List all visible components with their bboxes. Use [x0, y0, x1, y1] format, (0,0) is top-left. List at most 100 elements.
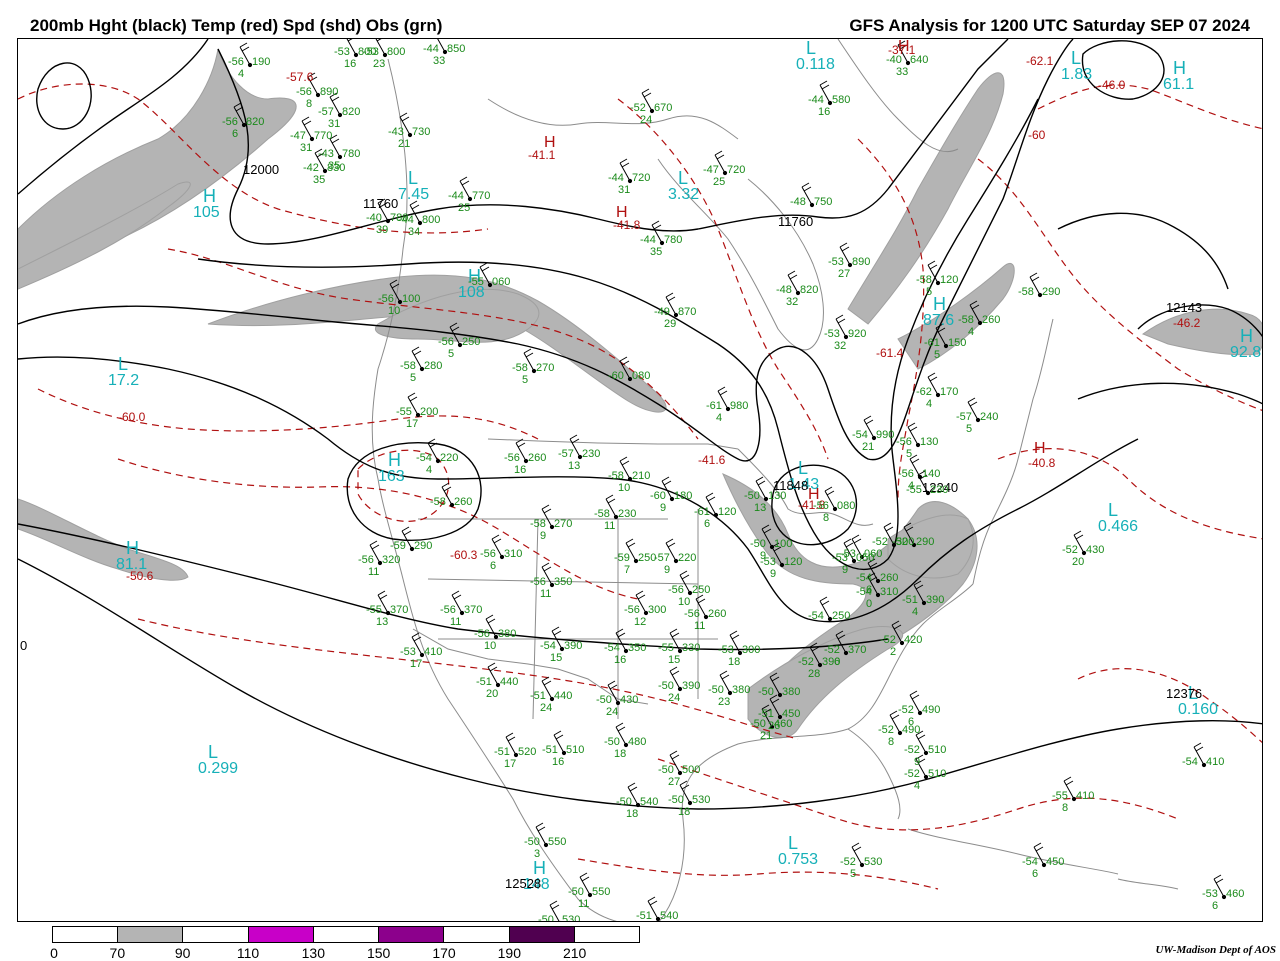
- station-dewpoint-depression: 27: [668, 776, 681, 788]
- station-dewpoint-depression: 25: [713, 176, 726, 188]
- pressure-center-value: 92.8: [1230, 344, 1262, 361]
- height-contour-12240-closed: [1057, 212, 1229, 290]
- station-height: 120: [718, 506, 737, 518]
- station-height: 230: [930, 484, 949, 496]
- pressure-center-mark: L: [408, 168, 419, 188]
- station-dewpoint-depression: 11: [540, 588, 552, 600]
- station-temp: -56: [296, 86, 312, 98]
- colorbar-tick-label: 190: [497, 945, 522, 961]
- station-height: 410: [1076, 790, 1095, 802]
- pressure-center-value: 0.299: [198, 760, 239, 777]
- station-height: 430: [620, 694, 639, 706]
- station-dewpoint-depression: 7: [624, 564, 631, 576]
- jet-streak-eastern-pacific: [18, 498, 189, 581]
- station-temp: -56: [222, 116, 238, 128]
- station-temp: -52: [798, 656, 814, 668]
- cuba: [907, 828, 1119, 875]
- station-height: 780: [390, 212, 409, 224]
- station-height: 260: [880, 572, 899, 584]
- station-dewpoint-depression: 5: [850, 868, 857, 880]
- station-height: 300: [648, 604, 667, 616]
- temperature-high-mark: H: [898, 38, 910, 55]
- station-height: 800: [387, 46, 406, 58]
- station-height: 060: [492, 276, 511, 288]
- station-height: 310: [504, 548, 523, 560]
- chart-title: 200mb Hght (black) Temp (red) Spd (shd) …: [30, 16, 443, 35]
- station-dewpoint-depression: 16: [614, 654, 627, 666]
- station-temp: -50: [750, 538, 766, 550]
- station-temp: -62: [916, 386, 932, 398]
- station-temp: -55: [906, 484, 922, 496]
- station-temp: -53: [760, 556, 776, 568]
- station-dewpoint-depression: 5: [906, 448, 913, 460]
- station-height: 830: [327, 162, 346, 174]
- station-temp: -48: [790, 196, 806, 208]
- station-dewpoint-depression: 20: [486, 688, 499, 700]
- station-height: 380: [498, 628, 517, 640]
- colorbar-tick-label: 130: [301, 945, 326, 961]
- hispaniola: [1117, 878, 1179, 890]
- station-dewpoint-depression: 8: [306, 98, 313, 110]
- temperature-label: -46.0: [1098, 78, 1126, 92]
- station-dewpoint-depression: 10: [388, 305, 401, 317]
- station-temp: -56: [624, 604, 640, 616]
- station-height: 820: [246, 116, 265, 128]
- station-dewpoint-depression: 4: [926, 398, 933, 410]
- station-height: 380: [732, 684, 751, 696]
- station-height: 320: [382, 554, 401, 566]
- station-dewpoint-depression: 5: [934, 349, 941, 361]
- station-dewpoint-depression: 13: [376, 616, 389, 628]
- station-height: 390: [926, 594, 945, 606]
- station-height: 220: [678, 552, 697, 564]
- pressure-center-mark: L: [208, 742, 219, 762]
- station-dewpoint-depression: 25: [458, 202, 471, 214]
- station-temp: -51: [530, 690, 546, 702]
- station-height: 450: [1046, 856, 1065, 868]
- station-dewpoint-depression: 5: [410, 372, 417, 384]
- station-temp: -56: [504, 452, 520, 464]
- station-height: 580: [832, 94, 851, 106]
- station-dewpoint-depression: 6: [1032, 868, 1039, 880]
- station-temp: -53: [840, 548, 856, 560]
- station-height: 260: [454, 496, 473, 508]
- station-dewpoint-depression: 2: [890, 646, 897, 658]
- pressure-center-value: 0.118: [796, 56, 835, 73]
- station-height: 190: [252, 56, 271, 68]
- station-temp: -52: [880, 634, 896, 646]
- station-temp: -52: [892, 536, 908, 548]
- station-dewpoint-depression: 18: [678, 806, 691, 818]
- station-temp: -58: [430, 496, 446, 508]
- station-height: 890: [320, 86, 339, 98]
- station-temp: -60: [650, 490, 666, 502]
- station-temp: -54: [604, 642, 620, 654]
- station-temp: -50: [708, 684, 724, 696]
- station-dewpoint-depression: 0: [866, 598, 873, 610]
- station-height: 290: [1042, 286, 1061, 298]
- station-dewpoint-depression: 4: [914, 780, 921, 792]
- station-height: 060: [864, 548, 883, 560]
- station-dewpoint-depression: 18: [614, 748, 627, 760]
- pressure-center-value: 0.466: [1098, 518, 1139, 535]
- station-temp: -53: [1202, 888, 1218, 900]
- station-temp: -52: [904, 768, 920, 780]
- station-dewpoint-depression: 33: [896, 66, 909, 78]
- station-height: 140: [922, 468, 941, 480]
- station-dewpoint-depression: 24: [640, 114, 653, 126]
- station-dewpoint-depression: 11: [450, 616, 462, 628]
- station-temp: -55: [366, 604, 382, 616]
- temperature-high-mark: H: [616, 204, 628, 221]
- station-temp: -50: [758, 686, 774, 698]
- station-dewpoint-depression: 17: [504, 758, 517, 770]
- station-height: 390: [564, 640, 583, 652]
- station-dewpoint-depression: 35: [650, 246, 663, 258]
- station-height: 080: [632, 370, 651, 382]
- colorbar-tick-label: 170: [432, 945, 456, 961]
- colorbar-tick-label: 150: [366, 945, 391, 961]
- station-height: 200: [420, 406, 439, 418]
- temperature-label: -61.4: [876, 346, 904, 360]
- station-temp: -47: [703, 164, 719, 176]
- station-height: 530: [692, 794, 711, 806]
- station-height: 920: [848, 328, 867, 340]
- station-dewpoint-depression: 34: [408, 226, 421, 238]
- edge-label: 0: [20, 638, 28, 653]
